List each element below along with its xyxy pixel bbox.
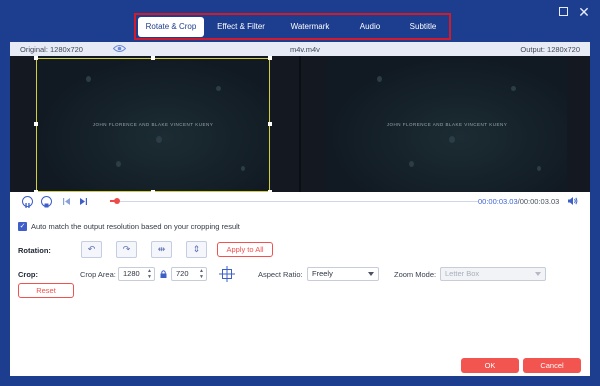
tab-watermark[interactable]: Watermark (278, 17, 342, 37)
chevron-down-icon (535, 272, 541, 276)
info-bar: Original: 1280x720 m4v.m4v Output: 1280x… (10, 42, 590, 56)
pause-icon (25, 203, 30, 208)
video-speck (409, 161, 414, 167)
flip-vertical-icon: ⇕ (192, 244, 201, 254)
video-credit-text: JOHN FLORENCE AND BLAKE VINCENT KUENY (386, 122, 508, 127)
crop-label: Crop: (18, 270, 38, 279)
flip-horizontal-button[interactable]: ⇹ (151, 241, 172, 258)
seek-track[interactable] (110, 201, 478, 202)
zoom-mode-value: Letter Box (445, 269, 480, 278)
zoom-mode-select: Letter Box (440, 267, 546, 281)
video-speck (537, 166, 541, 171)
lock-ratio-icon[interactable] (160, 270, 167, 278)
zoom-mode-label: Zoom Mode: (394, 270, 437, 279)
crop-height-stepper[interactable]: 720 ▲ ▼ (171, 267, 207, 281)
rotation-label: Rotation: (18, 246, 51, 255)
chevron-down-icon (368, 272, 374, 276)
crop-width-stepper[interactable]: 1280 ▲ ▼ (118, 267, 155, 281)
time-display: 00:00:03.03/00:00:03.03 (478, 197, 559, 206)
auto-match-option[interactable]: ✓ Auto match the output resolution based… (18, 222, 240, 231)
aspect-ratio-label: Aspect Ratio: (258, 270, 303, 279)
aspect-ratio-value: Freely (312, 269, 333, 278)
rotate-left-button[interactable]: ↶ (81, 241, 102, 258)
crop-area-label: Crop Area: (80, 270, 116, 279)
rotate-right-icon: ↷ (122, 244, 131, 254)
rotate-left-icon: ↶ (87, 244, 96, 254)
ok-button[interactable]: OK (461, 358, 519, 373)
current-time: 00:00:03.03 (478, 197, 518, 206)
auto-match-label: Auto match the output resolution based o… (31, 222, 240, 231)
apply-to-all-button[interactable]: Apply to All (217, 242, 273, 257)
stepper-arrows-icon[interactable]: ▲ ▼ (147, 268, 152, 280)
pause-button[interactable] (22, 196, 33, 208)
next-frame-icon[interactable] (79, 196, 88, 207)
tab-audio[interactable]: Audio (342, 17, 398, 37)
crop-handle[interactable] (34, 122, 38, 126)
maximize-icon (558, 7, 568, 16)
auto-match-checkbox[interactable]: ✓ (18, 222, 27, 231)
tab-bar: Rotate & Crop Effect & Filter Watermark … (138, 17, 448, 37)
crop-handle[interactable] (268, 56, 272, 60)
reset-button[interactable]: Reset (18, 283, 74, 298)
maximize-button[interactable] (556, 5, 570, 19)
crop-handle[interactable] (268, 122, 272, 126)
crop-frame[interactable] (34, 56, 272, 194)
original-resolution: Original: 1280x720 (20, 45, 83, 54)
editor-panel: Original: 1280x720 m4v.m4v Output: 1280x… (10, 42, 590, 376)
flip-vertical-button[interactable]: ⇕ (186, 241, 207, 258)
video-speck (377, 76, 382, 82)
close-button[interactable]: ✕ (577, 5, 591, 19)
volume-icon[interactable] (567, 196, 578, 206)
crop-handle[interactable] (151, 56, 155, 60)
tab-rotate-crop[interactable]: Rotate & Crop (138, 17, 204, 37)
playback-bar: 00:00:03.03/00:00:03.03 (10, 192, 590, 210)
stop-icon (44, 203, 49, 208)
video-speck (449, 136, 455, 143)
crop-handle[interactable] (34, 56, 38, 60)
previous-frame-icon[interactable] (62, 196, 71, 207)
flip-horizontal-icon: ⇹ (157, 244, 166, 254)
aspect-ratio-select[interactable]: Freely (307, 267, 379, 281)
seek-thumb[interactable] (114, 198, 121, 204)
crop-width-value: 1280 (123, 269, 140, 278)
output-video-frame: JOHN FLORENCE AND BLAKE VINCENT KUENY (327, 56, 567, 192)
video-preview-area: JOHN FLORENCE AND BLAKE VINCENT KUENY JO… (10, 56, 590, 194)
center-crop-icon[interactable] (219, 266, 235, 282)
rotate-right-button[interactable]: ↷ (116, 241, 137, 258)
total-time: /00:00:03.03 (517, 197, 560, 206)
crop-height-value: 720 (176, 269, 189, 278)
output-resolution: Output: 1280x720 (520, 45, 580, 54)
stepper-arrows-icon[interactable]: ▲ ▼ (199, 268, 204, 280)
close-icon: ✕ (578, 4, 590, 20)
stop-button[interactable] (41, 196, 52, 208)
eye-icon[interactable] (113, 44, 126, 53)
file-name: m4v.m4v (290, 45, 320, 54)
video-speck (511, 86, 516, 91)
cancel-button[interactable]: Cancel (523, 358, 581, 373)
tab-effect-filter[interactable]: Effect & Filter (204, 17, 278, 37)
preview-divider (299, 56, 301, 192)
tab-subtitle[interactable]: Subtitle (398, 17, 448, 37)
